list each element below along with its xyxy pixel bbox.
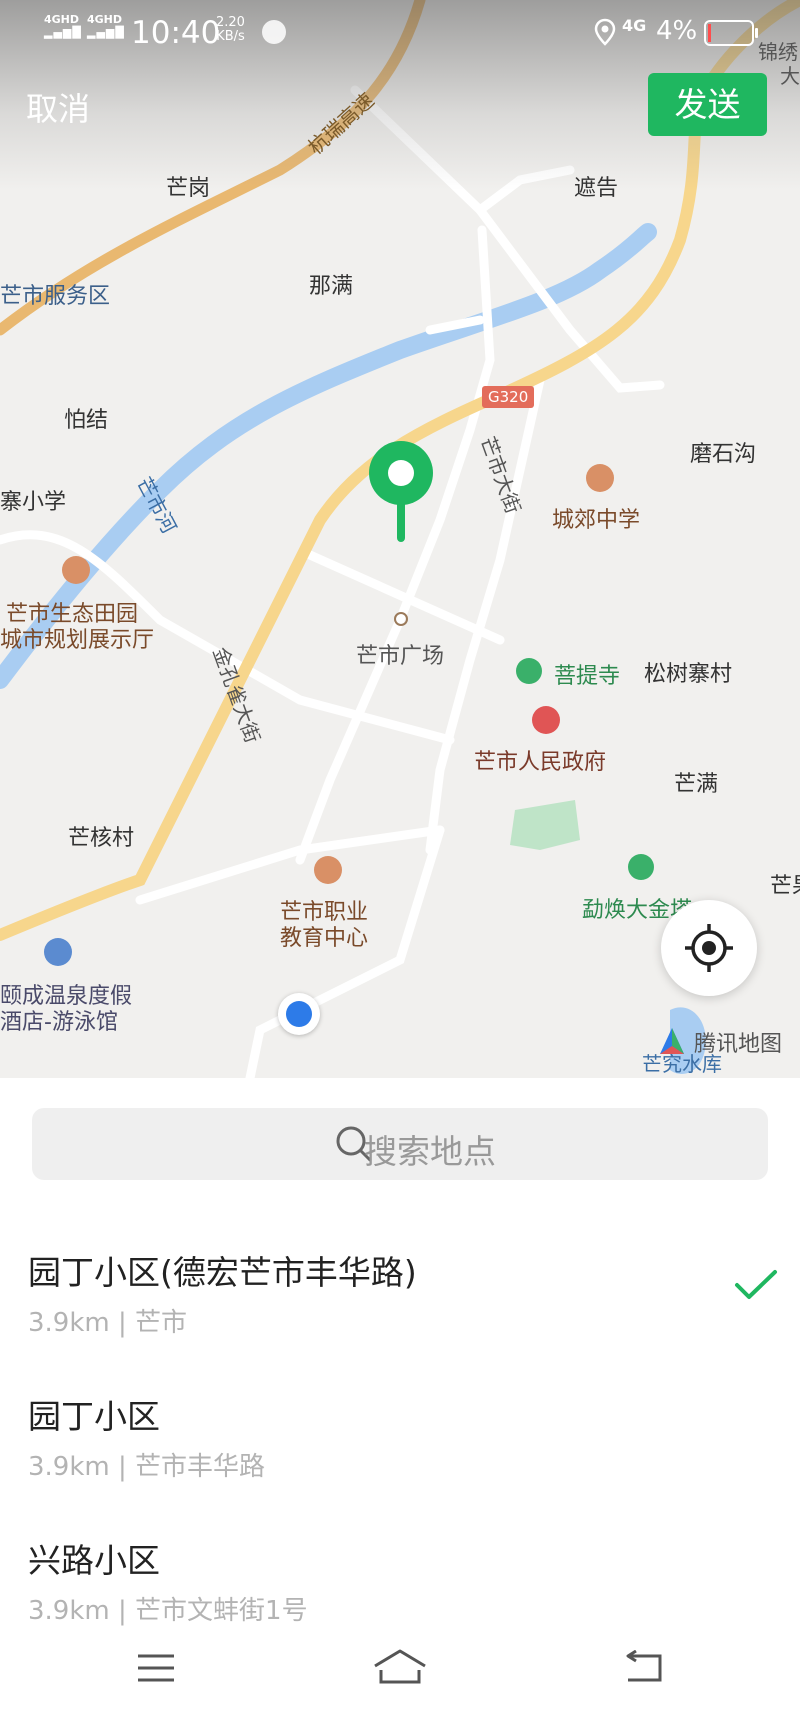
map-label-songshuzhai: 松树寨村 [644,662,733,687]
brand-text: 腾讯地图 [694,1032,783,1057]
speed-unit: KB/s [216,29,245,44]
poi-vocational-icon[interactable] [314,856,342,884]
location-status-icon [594,18,616,46]
map-label-planning-hall: 城市规划展示厅 [0,628,155,653]
map-label-g320: G320 [482,386,535,408]
poi-temple-icon[interactable] [516,658,542,684]
back-icon[interactable] [622,1650,666,1684]
search-placeholder: 搜索地点 [364,1132,496,1171]
map-label-chengjiao-school: 城郊中学 [552,508,641,533]
home-icon[interactable] [372,1648,428,1686]
map-view[interactable]: 杭瑞高速 芒岗 遮告 芒市服务区 那满 怕结 G320 磨石沟 芒市河 寨小学 … [0,0,800,1078]
map-label-zhe-gao: 遮告 [574,176,619,201]
search-input[interactable]: 搜索地点 [32,1108,768,1180]
current-position-dot [278,993,320,1035]
result-item-sub: 3.9km | 芒市文蚌街1号 [28,1596,308,1626]
map-label-service-area: 芒市服务区 [0,284,111,309]
poi-dot-icon [394,612,408,626]
map-label-mang-right: 芒果 [770,874,800,899]
result-item-name: 园丁小区 [28,1397,160,1436]
signal-1-label: 4GHD [44,13,80,26]
location-pin-icon[interactable] [368,440,434,544]
menu-icon[interactable] [136,1652,176,1684]
map-label-hotspring-2: 酒店-游泳馆 [0,1010,118,1035]
result-item-name: 兴路小区 [28,1541,160,1580]
map-label-puti-temple: 菩提寺 [554,664,621,689]
tencent-map-logo-icon [660,1028,684,1054]
map-label-mang-gang: 芒岗 [166,176,211,201]
battery-percent: 4% [656,16,698,46]
result-item-2[interactable]: 园丁小区 3.9km | 芒市丰华路 [0,1390,800,1530]
result-item-sub: 3.9km | 芒市 [28,1308,188,1338]
system-nav-bar [0,1628,800,1716]
jovi-icon [262,20,286,44]
signal-2-bars-icon: ▂▄▆█ [87,26,125,39]
signal-2: 4GHD ▂▄▆█ [87,14,125,38]
checkmark-icon [735,1270,777,1299]
signal-1: 4GHD ▂▄▆█ [44,14,82,38]
speed-value: 2.20 [216,15,245,30]
map-label-mang-man: 芒满 [674,772,719,797]
crosshair-icon [685,924,733,972]
signal-2-label: 4GHD [87,13,123,26]
map-label-corner-2: 大 [780,64,800,88]
map-label-pa-jie: 怕结 [64,408,109,433]
poi-hotel-icon[interactable] [44,938,72,966]
result-item-name: 园丁小区(德宏芒市丰华路) [28,1253,417,1292]
poi-museum-icon[interactable] [62,556,90,584]
map-label-gov: 芒市人民政府 [474,750,607,775]
poi-school-icon[interactable] [586,464,614,492]
poi-pagoda-icon[interactable] [628,854,654,880]
result-item-1[interactable]: 园丁小区(德宏芒市丰华路) 3.9km | 芒市 [0,1246,800,1386]
map-label-vocational-2: 教育中心 [280,926,369,951]
clock: 10:40 [131,15,221,51]
signal-1-bars-icon: ▂▄▆█ [44,26,82,39]
map-label-moshigou: 磨石沟 [690,442,757,467]
battery-icon [704,20,758,46]
cancel-button[interactable]: 取消 [26,84,90,130]
network-type: 4G [622,16,647,35]
status-bar: 4GHD ▂▄▆█ 4GHD ▂▄▆█ 10:40 2.20 KB/s 4G 4… [0,0,800,62]
network-speed: 2.20 KB/s [216,16,245,44]
poi-gov-icon[interactable] [532,706,560,734]
map-label-mang-he: 芒核村 [68,826,135,851]
locate-me-button[interactable] [661,900,757,996]
result-item-sub: 3.9km | 芒市丰华路 [28,1452,266,1482]
map-label-square: 芒市广场 [356,644,445,669]
map-label-school-left: 寨小学 [0,490,67,515]
send-button[interactable]: 发送 [648,73,767,136]
map-label-na-man: 那满 [309,274,354,299]
